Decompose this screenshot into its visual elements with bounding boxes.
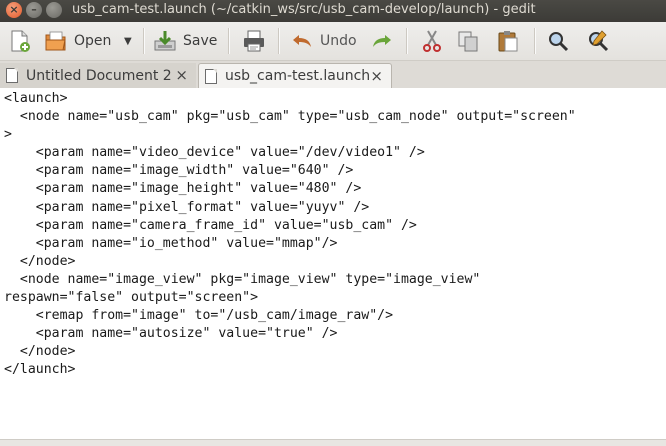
toolbar-separator xyxy=(406,28,408,54)
code-line: <node name="usb_cam" pkg="usb_cam" type=… xyxy=(4,109,576,125)
tab-label: usb_cam-test.launch xyxy=(225,68,371,84)
open-button[interactable]: Open xyxy=(44,28,111,54)
window-title: usb_cam-test.launch (~/catkin_ws/src/usb… xyxy=(72,2,536,17)
toolbar: Open ▼ Save Undo xyxy=(0,22,666,61)
undo-button[interactable]: Undo xyxy=(290,28,357,54)
print-icon xyxy=(242,29,266,53)
code-line: </node> xyxy=(4,344,76,360)
document-icon xyxy=(205,68,217,84)
find-replace-icon xyxy=(586,29,610,53)
dropdown-arrow-icon: ▼ xyxy=(124,35,132,47)
open-recent-dropdown[interactable]: ▼ xyxy=(124,28,132,54)
code-line: </node> xyxy=(4,253,76,269)
close-window-button[interactable]: × xyxy=(6,2,22,18)
tab-usb-cam-test-launch[interactable]: usb_cam-test.launch × xyxy=(198,63,392,88)
paste-button[interactable] xyxy=(496,28,520,54)
document-tabs: Untitled Document 2 × usb_cam-test.launc… xyxy=(0,61,666,89)
copy-button[interactable] xyxy=(456,28,480,54)
open-label: Open xyxy=(74,33,112,49)
code-line: <node name="image_view" pkg="image_view"… xyxy=(4,271,481,287)
undo-icon xyxy=(290,29,314,53)
code-line: </launch> xyxy=(4,362,76,378)
code-line: <param name="image_height" value="480" /… xyxy=(4,181,362,197)
code-line: <launch> xyxy=(4,91,68,106)
toolbar-separator xyxy=(143,28,145,54)
new-document-button[interactable] xyxy=(8,28,32,54)
minimize-window-button[interactable]: – xyxy=(26,2,42,18)
redo-icon xyxy=(370,29,394,53)
redo-button[interactable] xyxy=(370,28,394,54)
toolbar-separator xyxy=(228,28,230,54)
copy-icon xyxy=(456,29,480,53)
close-tab-icon[interactable]: × xyxy=(175,66,188,84)
text-editor[interactable]: <launch> <node name="usb_cam" pkg="usb_c… xyxy=(0,88,666,439)
find-icon xyxy=(546,29,570,53)
open-folder-icon xyxy=(44,29,68,53)
code-line: <param name="video_device" value="/dev/v… xyxy=(4,145,425,161)
maximize-window-button[interactable] xyxy=(46,2,62,18)
undo-label: Undo xyxy=(320,33,357,49)
code-line: <param name="io_method" value="mmap"/> xyxy=(4,235,338,251)
tab-label: Untitled Document 2 xyxy=(26,67,172,84)
code-area[interactable]: <launch> <node name="usb_cam" pkg="usb_c… xyxy=(0,88,666,380)
find-button[interactable] xyxy=(546,28,570,54)
toolbar-separator xyxy=(534,28,536,54)
tab-untitled-document-2[interactable]: Untitled Document 2 × xyxy=(0,63,196,88)
save-button[interactable]: Save xyxy=(153,28,217,54)
cut-button[interactable] xyxy=(420,28,444,54)
code-line: respawn="false" output="screen"> xyxy=(4,290,259,306)
code-line: <param name="image_width" value="640" /> xyxy=(4,163,354,179)
title-bar: × – usb_cam-test.launch (~/catkin_ws/src… xyxy=(0,0,666,22)
toolbar-separator xyxy=(278,28,280,54)
paste-icon xyxy=(496,29,520,53)
new-document-icon xyxy=(8,29,32,53)
code-line: <param name="pixel_format" value="yuyv" … xyxy=(4,199,370,215)
code-line: > xyxy=(4,127,12,143)
find-replace-button[interactable] xyxy=(586,28,610,54)
close-tab-icon[interactable]: × xyxy=(370,67,383,85)
print-button[interactable] xyxy=(242,28,266,54)
cut-icon xyxy=(420,29,444,53)
document-icon xyxy=(6,68,18,83)
save-icon xyxy=(153,29,177,53)
code-line: <param name="autosize" value="true" /> xyxy=(4,326,338,342)
code-line: <remap from="image" to="/usb_cam/image_r… xyxy=(4,308,394,324)
save-label: Save xyxy=(183,33,218,49)
code-line: <param name="camera_frame_id" value="usb… xyxy=(4,217,417,233)
